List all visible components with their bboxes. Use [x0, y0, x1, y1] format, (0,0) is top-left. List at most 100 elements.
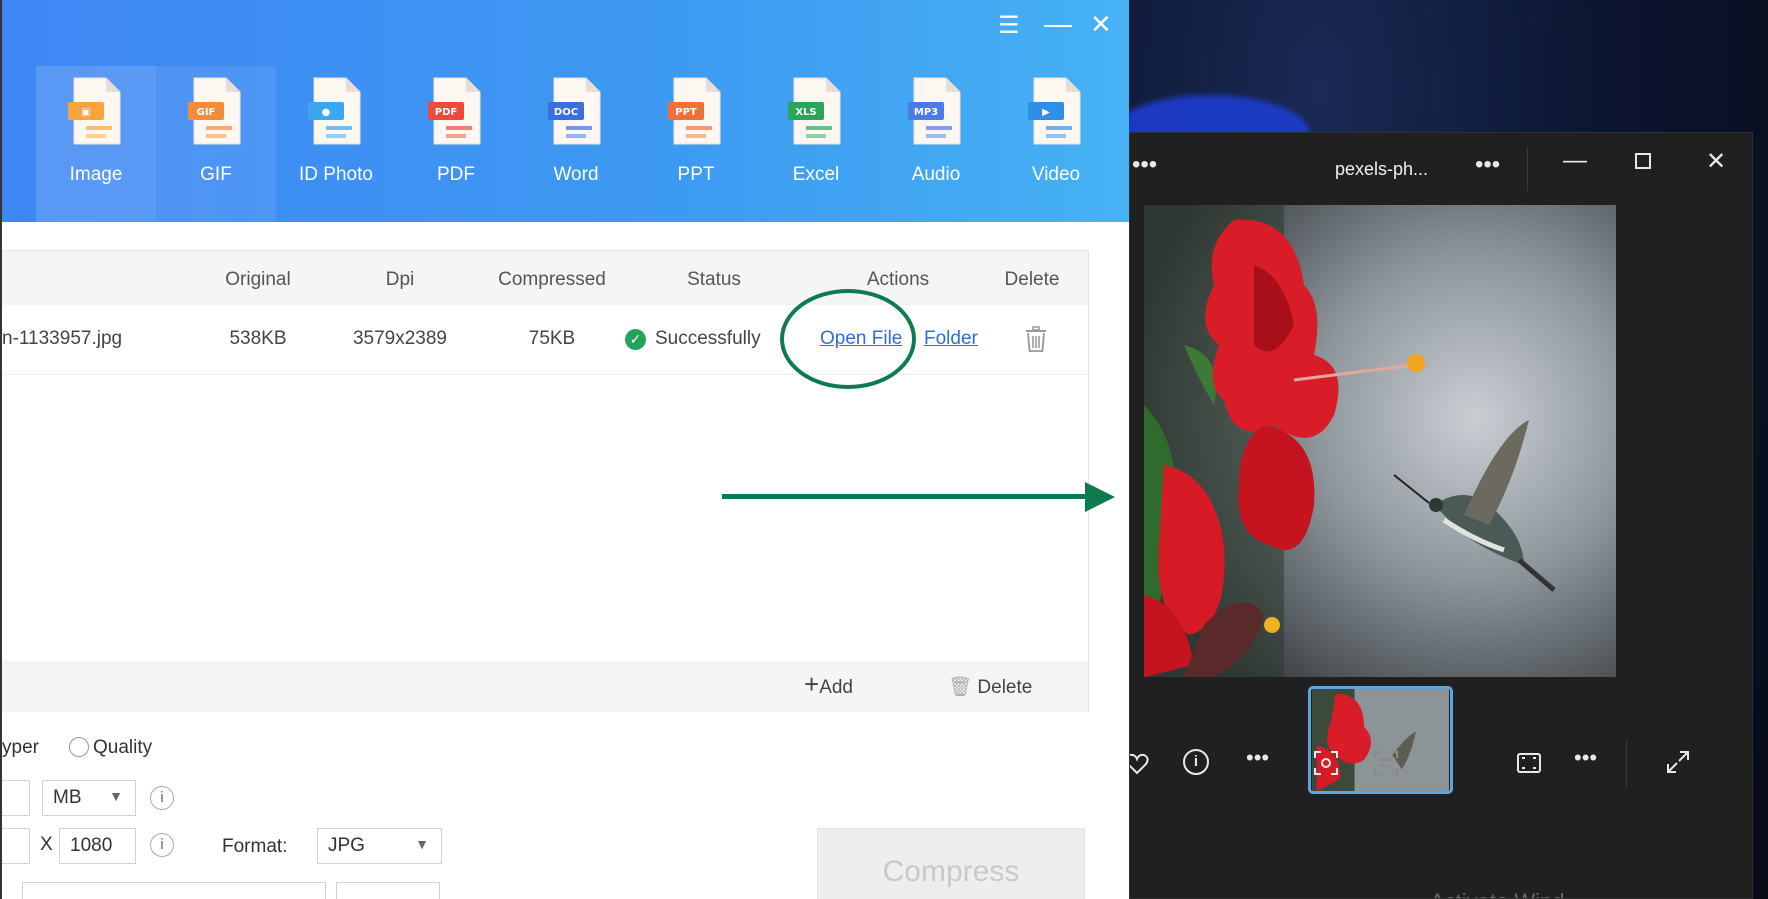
table-row: n-1133957.jpg 538KB 3579x2389 75KB ✓ Suc… — [2, 305, 1088, 375]
svg-text:DOC: DOC — [554, 107, 578, 118]
hibiscus-hummingbird-photo[interactable] — [1144, 205, 1616, 677]
table-footer: +Add 🗑 Delete — [2, 661, 1088, 712]
highlight-annotation — [780, 289, 916, 389]
minimize-icon[interactable]: — — [1044, 10, 1072, 38]
delete-all-button[interactable]: 🗑 Delete — [948, 675, 1032, 699]
more-icon[interactable]: ••• — [1132, 151, 1157, 179]
width-input[interactable] — [2, 828, 30, 864]
info-icon[interactable]: i — [1183, 749, 1209, 775]
photos-viewer-window: ••• pexels-ph... ••• — ✕ i ••• ••• — [1129, 132, 1753, 899]
tab-pdf[interactable]: PDF PDF — [396, 66, 516, 222]
info-icon[interactable]: i — [150, 833, 174, 857]
tab-label: GIF — [200, 164, 232, 185]
height-input[interactable]: 1080 — [59, 828, 136, 864]
tab-label: PPT — [677, 164, 715, 185]
quality-radio[interactable] — [69, 737, 89, 757]
tab-label: Image — [69, 164, 123, 185]
svg-text:PPT: PPT — [675, 107, 697, 118]
fit-to-window-icon[interactable] — [1516, 750, 1542, 776]
change-path-button[interactable] — [336, 882, 440, 899]
audio-icon: MP3 — [908, 77, 961, 145]
chevron-down-icon: ▼ — [109, 788, 123, 804]
col-status: Status — [687, 269, 741, 290]
arrow-head-annotation — [1085, 482, 1115, 512]
tab-image[interactable]: ▣ Image — [36, 66, 156, 222]
more-options-icon[interactable]: ••• — [1574, 745, 1597, 771]
tab-id-photo[interactable]: ● ID Photo — [276, 66, 396, 222]
menu-icon[interactable]: ☰ — [998, 14, 1020, 38]
compress-button[interactable]: Compress — [817, 828, 1085, 899]
trash-icon[interactable] — [1023, 325, 1049, 353]
more-icon[interactable]: ••• — [1246, 745, 1269, 771]
format-select[interactable]: JPG ▼ — [317, 828, 442, 864]
image-icon: ▣ — [68, 77, 121, 145]
compressor-app-window: ☰ — ✕ ▣ Image GIF GIF ● ID Photo PDF PDF… — [0, 0, 1129, 899]
unit-select[interactable]: MB ▼ — [42, 780, 136, 816]
svg-text:●: ● — [322, 107, 331, 118]
tab-audio[interactable]: MP3 Audio — [876, 66, 996, 222]
file-name: n-1133957.jpg — [2, 328, 123, 349]
compressed-size: 75KB — [528, 328, 576, 349]
chevron-down-icon: ▼ — [415, 836, 429, 852]
table-header: Original Dpi Compressed Status Actions D… — [2, 251, 1088, 305]
pdf-icon: PDF — [428, 77, 481, 145]
add-button[interactable]: +Add — [804, 671, 853, 699]
heart-icon[interactable] — [1129, 751, 1150, 777]
tab-gif[interactable]: GIF GIF — [156, 66, 276, 222]
tab-label: Word — [553, 164, 599, 185]
dpi-value: 3579x2389 — [352, 328, 448, 349]
file-table: Original Dpi Compressed Status Actions D… — [2, 250, 1089, 712]
format-label: Format: — [222, 836, 288, 857]
word-icon: DOC — [548, 77, 601, 145]
col-compressed: Compressed — [498, 269, 606, 290]
title-divider — [1527, 147, 1528, 191]
tool-tabs: ▣ Image GIF GIF ● ID Photo PDF PDF DOC W… — [36, 66, 1116, 222]
arrow-annotation — [722, 494, 1088, 499]
activation-watermark: Activate Wind — [1430, 889, 1565, 898]
tab-label: ID Photo — [299, 164, 373, 185]
folder-link[interactable]: Folder — [924, 328, 978, 350]
mode-option-label: yper — [2, 737, 39, 758]
col-dpi: Dpi — [385, 269, 415, 290]
app-header: ☰ — ✕ ▣ Image GIF GIF ● ID Photo PDF PDF… — [2, 0, 1129, 222]
output-path-input[interactable] — [22, 882, 326, 899]
photo-thumbnail[interactable] — [1308, 686, 1453, 794]
tab-label: Audio — [911, 164, 961, 185]
tab-ppt[interactable]: PPT PPT — [636, 66, 756, 222]
col-original: Original — [225, 269, 291, 290]
svg-text:GIF: GIF — [197, 107, 216, 118]
close-icon[interactable]: ✕ — [1090, 11, 1112, 37]
full-screen-icon[interactable] — [1665, 749, 1691, 775]
svg-text:XLS: XLS — [795, 107, 816, 118]
id-photo-icon: ● — [308, 77, 361, 145]
tab-label: Excel — [792, 164, 840, 185]
gif-icon: GIF — [188, 77, 241, 145]
close-icon[interactable]: ✕ — [1706, 147, 1726, 176]
svg-text:PDF: PDF — [435, 107, 457, 118]
tab-label: PDF — [437, 164, 475, 185]
col-actions: Actions — [866, 269, 930, 290]
quality-label: Quality — [93, 737, 153, 758]
viewer-title: pexels-ph... — [1335, 159, 1429, 179]
tab-video[interactable]: ▶ Video — [996, 66, 1116, 222]
original-size: 538KB — [229, 328, 287, 349]
more-options-icon[interactable]: ••• — [1475, 151, 1500, 179]
col-delete: Delete — [1004, 269, 1060, 290]
text-scan-icon[interactable] — [1373, 750, 1399, 776]
excel-icon: XLS — [788, 77, 841, 145]
svg-text:▣: ▣ — [81, 107, 90, 118]
size-input[interactable] — [2, 780, 30, 816]
tab-label: Video — [1031, 164, 1081, 185]
tab-excel[interactable]: XLS Excel — [756, 66, 876, 222]
minimize-icon[interactable]: — — [1563, 147, 1587, 175]
maximize-icon[interactable] — [1635, 153, 1651, 169]
status-text: Successfully — [655, 328, 761, 349]
svg-text:MP3: MP3 — [914, 107, 938, 118]
toolbar-divider — [1626, 739, 1627, 787]
ppt-icon: PPT — [668, 77, 721, 145]
info-icon[interactable]: i — [150, 786, 174, 810]
tab-word[interactable]: DOC Word — [516, 66, 636, 222]
visual-search-icon[interactable] — [1313, 750, 1339, 776]
dimension-x-label: X — [40, 834, 53, 855]
video-icon: ▶ — [1028, 77, 1081, 145]
